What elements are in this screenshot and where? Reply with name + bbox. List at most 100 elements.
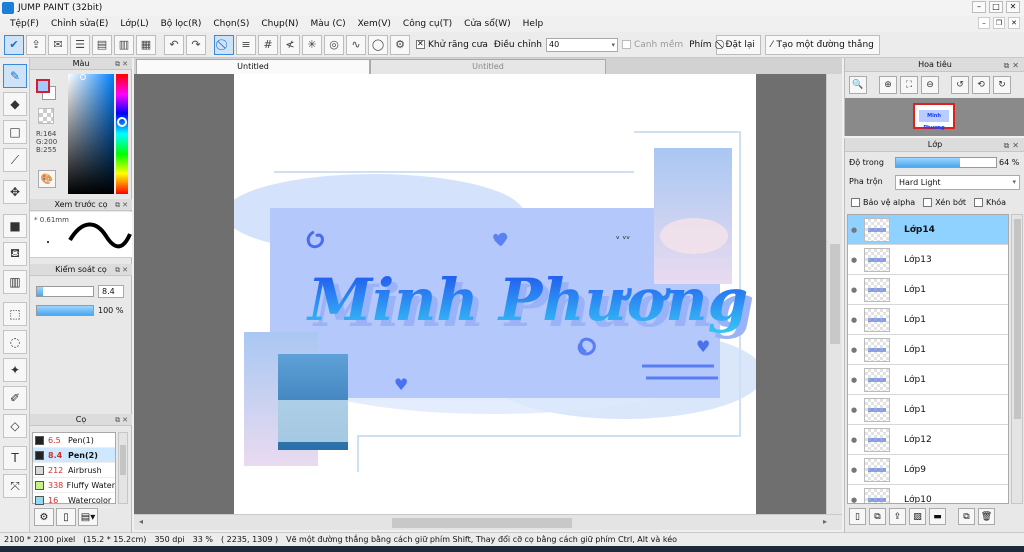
hue-marker[interactable] bbox=[117, 117, 127, 127]
gear-icon[interactable]: ⚙ bbox=[390, 34, 410, 55]
radial-ruler-icon[interactable]: ✳ bbox=[302, 34, 322, 55]
stabilizer-icon[interactable]: ✔ bbox=[4, 34, 24, 55]
transform-tool-icon[interactable]: ⤧ bbox=[3, 474, 27, 498]
layer-row[interactable]: ● Lớp13 bbox=[848, 245, 1008, 275]
layer-row[interactable]: ● Lớp1 bbox=[848, 395, 1008, 425]
new-folder-icon[interactable]: ▬ bbox=[929, 508, 946, 525]
panel-controls-icon[interactable]: ⧉✕ bbox=[115, 415, 130, 426]
ellipse-ruler-icon[interactable]: ◯ bbox=[368, 34, 388, 55]
export-icon[interactable]: ⇪ bbox=[26, 34, 46, 55]
straight-line-button[interactable]: ⁄ Tạo một đường thẳng bbox=[764, 34, 880, 55]
layer-list-scrollbar[interactable] bbox=[1011, 214, 1023, 504]
scroll-thumb[interactable] bbox=[830, 244, 840, 344]
layer-row[interactable]: ● Lớp1 bbox=[848, 365, 1008, 395]
antialias-check-icon[interactable] bbox=[416, 39, 425, 49]
visibility-icon[interactable]: ● bbox=[848, 485, 860, 504]
brush-settings-icon[interactable]: ⚙ bbox=[34, 508, 54, 526]
curve-ruler-icon[interactable]: ∿ bbox=[346, 34, 366, 55]
menu-view[interactable]: Xem(V) bbox=[352, 19, 397, 29]
minimize-button[interactable]: – bbox=[972, 1, 986, 13]
brush-item[interactable]: 338 Fluffy Water bbox=[33, 478, 115, 493]
scroll-right-icon[interactable]: ▸ bbox=[820, 517, 830, 529]
zoom-in-icon[interactable]: ⊕ bbox=[879, 76, 897, 94]
layer-opacity-slider[interactable] bbox=[895, 157, 997, 168]
magic-wand-tool-icon[interactable]: ✦ bbox=[3, 358, 27, 382]
brush-item[interactable]: 8.4 Pen(2) bbox=[33, 448, 115, 463]
page-icon[interactable]: ▥ bbox=[114, 34, 134, 55]
smooth-check-icon[interactable] bbox=[621, 40, 631, 49]
vertical-scrollbar[interactable] bbox=[826, 74, 842, 514]
transparent-color-icon[interactable] bbox=[38, 108, 54, 124]
tab-untitled-inactive[interactable]: Untitled bbox=[370, 59, 606, 74]
eraser-tool-icon[interactable]: ◆ bbox=[3, 92, 27, 116]
rotate-left-icon[interactable]: ↺ bbox=[951, 76, 969, 94]
menu-capture[interactable]: Chụp(N) bbox=[255, 19, 304, 29]
rectangle-tool-icon[interactable]: □ bbox=[3, 120, 27, 144]
sv-marker[interactable] bbox=[80, 74, 86, 80]
brush-item[interactable]: 6.5 Pen(1) bbox=[33, 433, 115, 448]
visibility-icon[interactable]: ● bbox=[848, 455, 860, 485]
hue-slider[interactable] bbox=[116, 74, 128, 194]
fill-rect-tool-icon[interactable]: ■ bbox=[3, 214, 27, 238]
mdi-close-icon[interactable]: ✕ bbox=[1008, 17, 1020, 29]
import-layer-icon[interactable]: ⇪ bbox=[889, 508, 906, 525]
protect-alpha-checkbox[interactable]: Bảo vệ alpha bbox=[851, 198, 915, 207]
delete-layer-icon[interactable]: 🗑 bbox=[978, 508, 995, 525]
select-eraser-tool-icon[interactable]: ◇ bbox=[3, 414, 27, 438]
menu-layer[interactable]: Lớp(L) bbox=[114, 19, 154, 29]
visibility-icon[interactable]: ● bbox=[848, 335, 860, 365]
zoom-icon[interactable]: 🔍 bbox=[849, 76, 867, 94]
reset-rotation-icon[interactable]: ⟲ bbox=[972, 76, 990, 94]
layer-row[interactable]: ● Lớp1 bbox=[848, 305, 1008, 335]
brush-opacity-slider[interactable] bbox=[36, 305, 94, 316]
visibility-icon[interactable]: ● bbox=[848, 275, 860, 305]
document-canvas[interactable]: ♥ ♥ ♥ ♥ ᵛ ᵛᵛ Minh Phương Minh Phương bbox=[234, 74, 756, 514]
navigator-view[interactable]: Minh Phương bbox=[845, 98, 1024, 136]
close-button[interactable]: ✕ bbox=[1006, 1, 1020, 13]
menu-window[interactable]: Cửa sổ(W) bbox=[458, 19, 516, 29]
brush-size-slider[interactable] bbox=[36, 286, 94, 297]
grid-layout-icon[interactable]: ▦ bbox=[136, 34, 156, 55]
menu-edit[interactable]: Chỉnh sửa(E) bbox=[45, 19, 114, 29]
text-tool-icon[interactable]: T bbox=[3, 446, 27, 470]
scroll-thumb[interactable] bbox=[1014, 219, 1021, 419]
undo-icon[interactable]: ↶ bbox=[164, 34, 184, 55]
line-tool-icon[interactable]: ⟋ bbox=[3, 148, 27, 172]
visibility-icon[interactable]: ● bbox=[848, 305, 860, 335]
menu-help[interactable]: Help bbox=[517, 19, 550, 29]
navigator-thumbnail[interactable]: Minh Phương bbox=[913, 103, 955, 131]
document-icon[interactable]: ▤ bbox=[92, 34, 112, 55]
chevron-down-icon[interactable]: ▾ bbox=[611, 39, 615, 51]
blend-mode-select[interactable]: Hard Light ▾ bbox=[895, 175, 1020, 190]
menu-tools[interactable]: Công cụ(T) bbox=[397, 19, 458, 29]
lock-checkbox[interactable]: Khóa bbox=[973, 198, 1006, 207]
mdi-restore-icon[interactable]: ❐ bbox=[993, 17, 1005, 29]
layer-row[interactable]: ● Lớp1 bbox=[848, 335, 1008, 365]
pen-tool-icon[interactable]: ✎ bbox=[3, 64, 27, 88]
comment-icon[interactable]: ✉ bbox=[48, 34, 68, 55]
palette-icon[interactable]: 🎨 bbox=[38, 170, 56, 188]
layer-row[interactable]: ● Lớp10 bbox=[848, 485, 1008, 504]
brush-menu-icon[interactable]: ▤▾ bbox=[78, 508, 98, 526]
visibility-icon[interactable]: ● bbox=[848, 215, 860, 245]
copy-layer-icon[interactable]: ⧉ bbox=[869, 508, 886, 525]
visibility-icon[interactable]: ● bbox=[848, 245, 860, 275]
visibility-icon[interactable]: ● bbox=[848, 365, 860, 395]
new-brush-icon[interactable]: ▯ bbox=[56, 508, 76, 526]
grid-ruler-icon[interactable]: # bbox=[258, 34, 278, 55]
tab-untitled-active[interactable]: Untitled bbox=[136, 59, 370, 74]
panel-controls-icon[interactable]: ⧉✕ bbox=[1004, 59, 1022, 72]
menu-filter[interactable]: Bộ lọc(R) bbox=[155, 19, 208, 29]
menu-file[interactable]: Tệp(F) bbox=[4, 19, 45, 29]
scroll-thumb[interactable] bbox=[120, 445, 126, 475]
panel-controls-icon[interactable]: ⧉✕ bbox=[115, 200, 130, 211]
adjust-input[interactable]: 40 ▾ bbox=[545, 37, 618, 52]
horizontal-scrollbar[interactable]: ◂ ▸ bbox=[134, 514, 842, 530]
canvas-area[interactable]: ♥ ♥ ♥ ♥ ᵛ ᵛᵛ Minh Phương Minh Phương bbox=[134, 74, 826, 514]
brush-item[interactable]: 212 Airbrush bbox=[33, 463, 115, 478]
layer-row[interactable]: ● Lớp12 bbox=[848, 425, 1008, 455]
layer-row[interactable]: ● Lớp9 bbox=[848, 455, 1008, 485]
primary-color-swatch[interactable] bbox=[36, 79, 50, 93]
reset-button[interactable]: ⃠ Đặt lại bbox=[715, 34, 761, 55]
rect-select-tool-icon[interactable]: ⬚ bbox=[3, 302, 27, 326]
